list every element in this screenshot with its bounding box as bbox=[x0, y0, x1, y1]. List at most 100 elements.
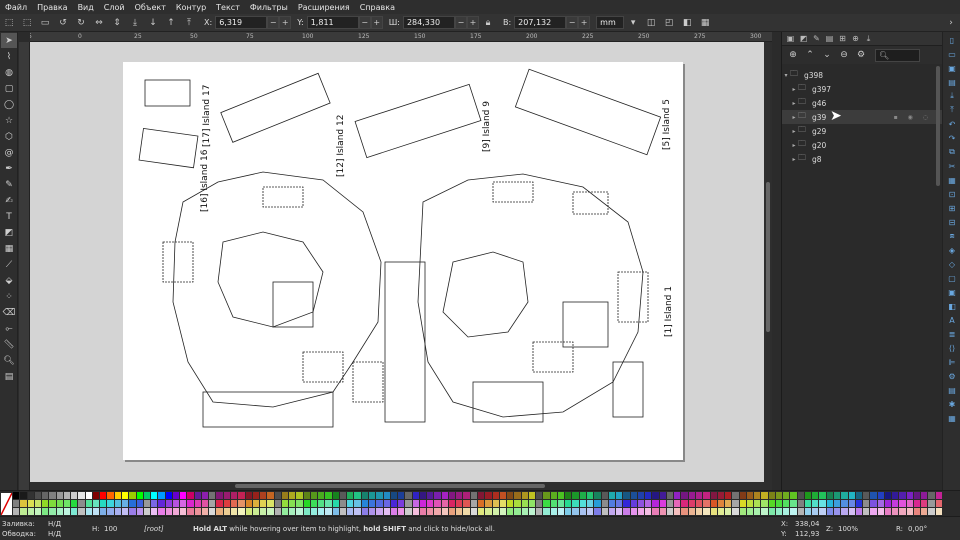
color-swatch[interactable] bbox=[499, 508, 508, 516]
spiral-tool-icon[interactable]: @ bbox=[1, 145, 17, 160]
menu-item[interactable]: Расширения bbox=[293, 3, 355, 12]
color-swatch[interactable] bbox=[165, 500, 173, 508]
color-swatch[interactable] bbox=[616, 492, 624, 500]
deselect-icon[interactable]: ▭ bbox=[38, 16, 52, 30]
scale-stroke-icon[interactable]: ◫ bbox=[644, 16, 658, 30]
move-down-icon[interactable]: ⌄ bbox=[820, 48, 834, 62]
color-swatch[interactable] bbox=[565, 508, 573, 516]
ungroup-icon[interactable]: ▣ bbox=[945, 286, 959, 298]
color-swatch[interactable] bbox=[419, 508, 428, 516]
color-swatch[interactable] bbox=[107, 492, 115, 500]
color-swatch[interactable] bbox=[412, 508, 420, 516]
color-swatch[interactable] bbox=[608, 492, 617, 500]
color-swatch[interactable] bbox=[630, 492, 638, 500]
color-swatch[interactable] bbox=[260, 508, 268, 516]
color-swatch[interactable] bbox=[361, 500, 370, 508]
unlink-clone-icon[interactable]: ◇ bbox=[945, 258, 959, 270]
color-swatch[interactable] bbox=[369, 492, 377, 500]
color-swatch[interactable] bbox=[892, 492, 900, 500]
color-swatch[interactable] bbox=[238, 508, 246, 516]
dropper-tool-icon[interactable]: ⟋ bbox=[1, 257, 17, 272]
color-swatch[interactable] bbox=[427, 508, 435, 516]
color-swatch[interactable] bbox=[63, 492, 72, 500]
color-swatch[interactable] bbox=[252, 508, 261, 516]
color-swatch[interactable] bbox=[296, 492, 304, 500]
color-swatch[interactable] bbox=[56, 500, 64, 508]
color-swatch[interactable] bbox=[884, 492, 893, 500]
color-swatch[interactable] bbox=[478, 508, 486, 516]
color-swatch[interactable] bbox=[180, 500, 188, 508]
color-swatch[interactable] bbox=[892, 508, 900, 516]
color-swatch[interactable] bbox=[499, 500, 508, 508]
color-swatch[interactable] bbox=[434, 492, 442, 500]
color-swatch[interactable] bbox=[245, 500, 253, 508]
color-swatch[interactable] bbox=[870, 492, 878, 500]
select-all-icon[interactable]: ⬚ bbox=[2, 16, 16, 30]
color-swatch[interactable] bbox=[56, 492, 64, 500]
color-swatch[interactable] bbox=[819, 500, 827, 508]
color-swatch[interactable] bbox=[921, 508, 929, 516]
color-swatch[interactable] bbox=[448, 500, 457, 508]
color-swatch[interactable] bbox=[376, 492, 384, 500]
clone-icon[interactable]: ◈ bbox=[945, 244, 959, 256]
color-swatch[interactable] bbox=[260, 500, 268, 508]
w-decrement[interactable]: − bbox=[454, 16, 467, 29]
row-visibility-lock-icons[interactable]: ▪ ◉ ◌ bbox=[894, 114, 932, 121]
color-swatch[interactable] bbox=[528, 500, 537, 508]
color-swatch[interactable] bbox=[318, 500, 326, 508]
color-swatch[interactable] bbox=[775, 500, 784, 508]
fill-stroke-tab-icon[interactable]: ◩ bbox=[798, 33, 809, 44]
spray-tool-icon[interactable]: ⁘ bbox=[1, 289, 17, 304]
color-swatch[interactable] bbox=[725, 500, 733, 508]
menu-item[interactable]: Контур bbox=[171, 3, 211, 12]
connector-tool-icon[interactable]: ⟜ bbox=[1, 321, 17, 336]
color-swatch[interactable] bbox=[180, 508, 188, 516]
star-tool-icon[interactable]: ☆ bbox=[1, 113, 17, 128]
color-swatch[interactable] bbox=[456, 492, 464, 500]
color-swatch[interactable] bbox=[216, 500, 224, 508]
color-swatch[interactable] bbox=[826, 492, 835, 500]
color-swatch[interactable] bbox=[761, 492, 769, 500]
color-swatch[interactable] bbox=[209, 508, 217, 516]
color-swatch[interactable] bbox=[921, 492, 929, 500]
color-swatch[interactable] bbox=[201, 500, 210, 508]
color-swatch[interactable] bbox=[536, 500, 544, 508]
document-properties-icon[interactable]: ▤ bbox=[945, 384, 959, 396]
color-swatch[interactable] bbox=[100, 492, 108, 500]
text-font-icon[interactable]: A bbox=[945, 314, 959, 326]
color-swatch[interactable] bbox=[49, 500, 57, 508]
horizontal-scroll-thumb[interactable] bbox=[235, 484, 545, 488]
color-swatch[interactable] bbox=[354, 500, 362, 508]
color-swatch[interactable] bbox=[325, 500, 333, 508]
w-increment[interactable]: + bbox=[466, 16, 479, 29]
color-swatch[interactable] bbox=[572, 508, 580, 516]
color-swatch[interactable] bbox=[303, 508, 311, 516]
color-swatch[interactable] bbox=[594, 500, 602, 508]
color-swatch[interactable] bbox=[412, 500, 420, 508]
color-swatch[interactable] bbox=[797, 492, 805, 500]
color-swatch[interactable] bbox=[935, 492, 943, 500]
color-swatch[interactable] bbox=[579, 492, 587, 500]
color-swatch[interactable] bbox=[13, 492, 21, 500]
move-patterns-icon[interactable]: ▦ bbox=[698, 16, 712, 30]
color-swatch[interactable] bbox=[666, 492, 675, 500]
color-swatch[interactable] bbox=[928, 492, 936, 500]
measure-tool-icon[interactable]: 📏︎ bbox=[1, 337, 17, 352]
color-swatch[interactable] bbox=[151, 500, 159, 508]
zoom-drawing-icon[interactable]: ⊞ bbox=[945, 202, 959, 214]
color-swatch[interactable] bbox=[281, 500, 290, 508]
color-swatch[interactable] bbox=[296, 508, 304, 516]
caret-collapsed-icon[interactable]: ▸ bbox=[790, 128, 798, 135]
color-swatch[interactable] bbox=[332, 500, 340, 508]
color-swatch[interactable] bbox=[877, 508, 885, 516]
color-swatch[interactable] bbox=[550, 508, 558, 516]
color-swatch[interactable] bbox=[252, 500, 261, 508]
color-swatch[interactable] bbox=[478, 492, 486, 500]
menu-item[interactable]: Правка bbox=[32, 3, 72, 12]
color-swatch[interactable] bbox=[790, 508, 798, 516]
color-swatch[interactable] bbox=[717, 508, 726, 516]
color-swatch[interactable] bbox=[303, 492, 311, 500]
caret-expanded-icon[interactable]: ▾ bbox=[782, 72, 790, 79]
color-swatch[interactable] bbox=[790, 492, 798, 500]
color-swatch[interactable] bbox=[812, 500, 820, 508]
